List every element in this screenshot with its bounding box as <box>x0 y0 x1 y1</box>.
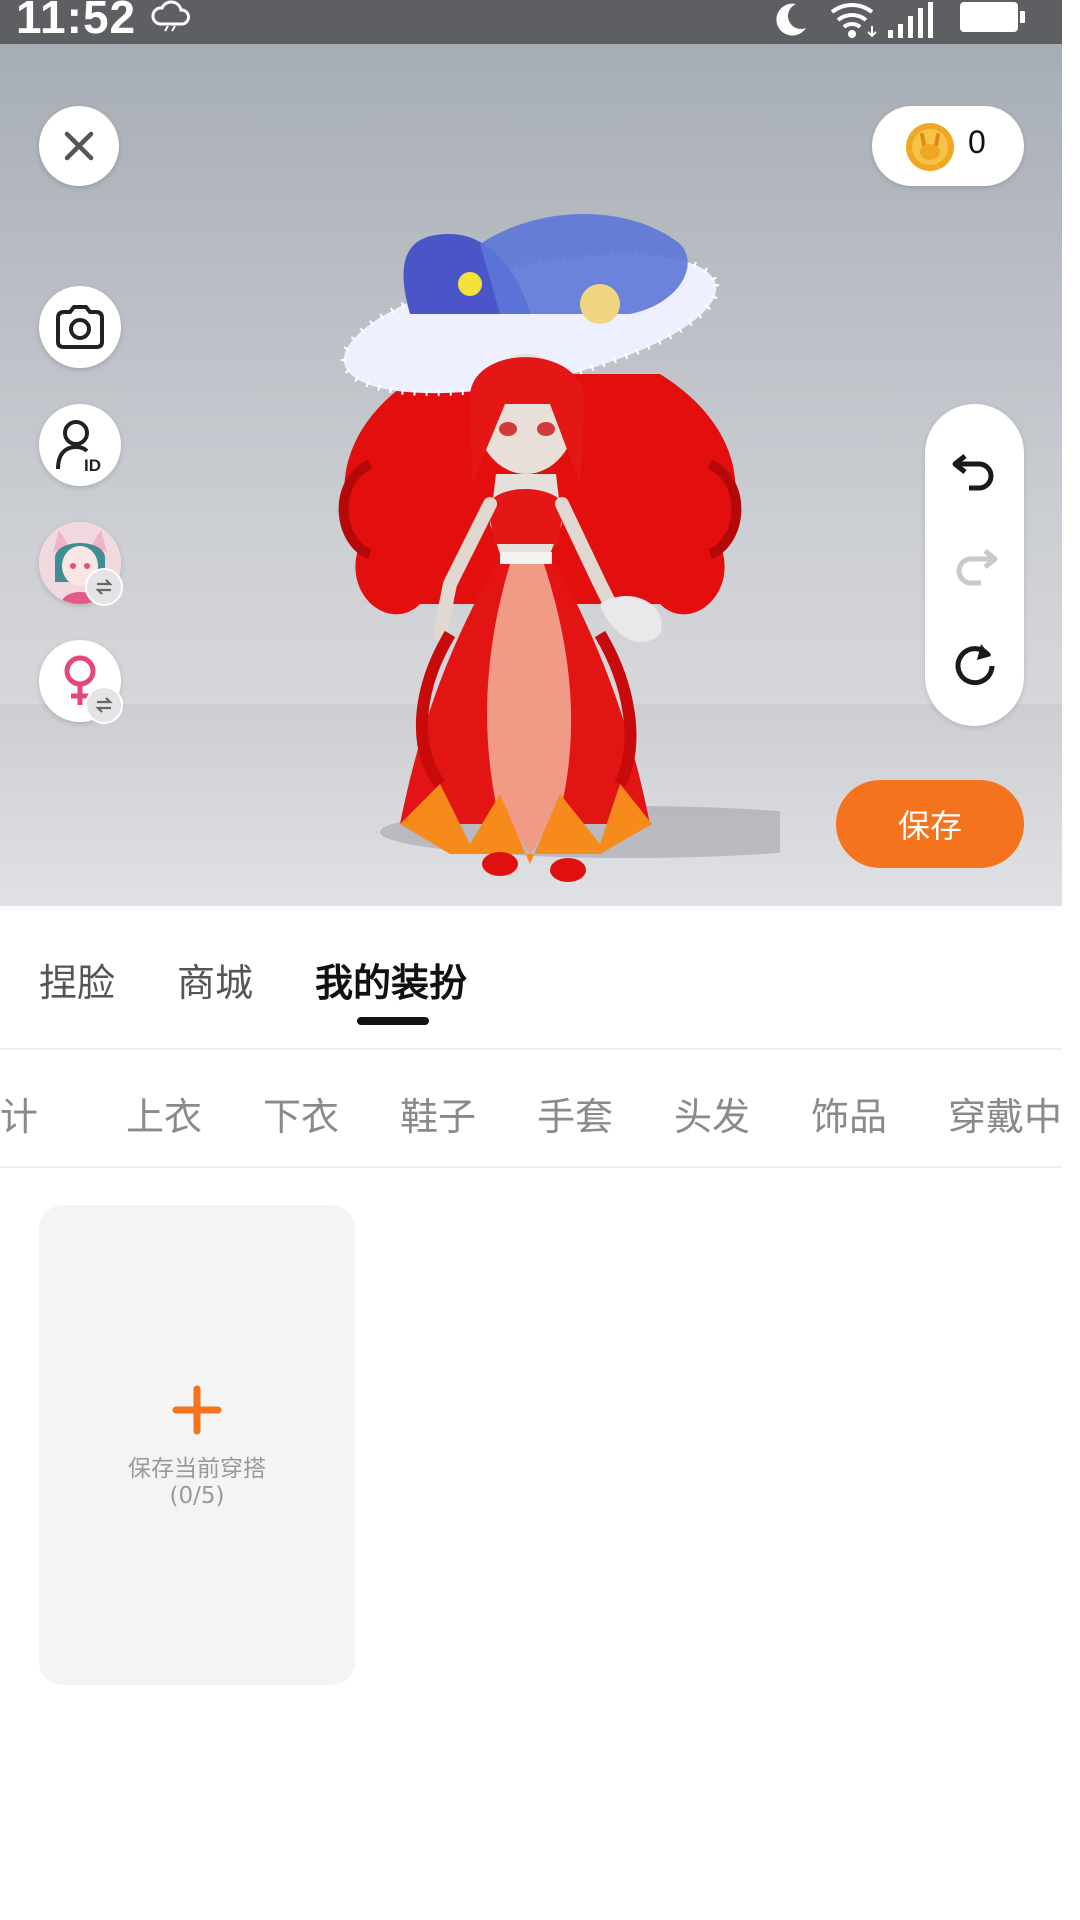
coin-icon <box>906 123 954 171</box>
coin-count: 0 <box>968 124 986 160</box>
category-tab-design[interactable]: 设计 <box>0 1086 38 1141</box>
plus-icon <box>172 1385 222 1435</box>
tab-my-outfits[interactable]: 我的装扮 <box>315 952 467 1007</box>
svg-text:ID: ID <box>84 456 101 473</box>
active-tab-indicator <box>357 1017 429 1025</box>
category-tab-bottoms[interactable]: 下衣 <box>263 1086 339 1141</box>
status-time: 11:52 <box>16 0 137 43</box>
avatar-viewport[interactable]: ID 0 保存 <box>0 44 1062 906</box>
moon-icon <box>776 3 806 36</box>
camera-button[interactable] <box>39 286 121 368</box>
save-button[interactable]: 保存 <box>836 780 1024 868</box>
tab-face[interactable]: 捏脸 <box>39 952 115 1007</box>
signal-icon <box>888 2 933 38</box>
coin-balance[interactable]: 0 <box>872 106 1024 186</box>
category-tab-accessories[interactable]: 饰品 <box>811 1086 887 1141</box>
tab-shop[interactable]: 商城 <box>177 952 253 1007</box>
system-icons <box>762 0 1062 44</box>
undo-icon[interactable] <box>949 444 1001 496</box>
category-tab-gloves[interactable]: 手套 <box>537 1086 613 1141</box>
wifi-icon <box>830 2 877 38</box>
camera-icon <box>56 305 104 349</box>
category-tabs[interactable]: 设计 上衣 下衣 鞋子 手套 头发 饰品 穿戴中 <box>0 1050 1062 1168</box>
skin-swap-badge <box>85 568 123 606</box>
gender-swap-badge <box>85 686 123 724</box>
swap-icon <box>95 579 113 595</box>
swap-icon <box>95 697 113 713</box>
gender-switch-button[interactable] <box>39 640 123 724</box>
avatar-id-button[interactable]: ID <box>39 404 121 486</box>
close-icon <box>64 131 94 161</box>
skin-switch-button[interactable] <box>39 522 123 606</box>
save-outfit-card[interactable]: 保存当前穿搭 (0/5) <box>39 1205 355 1685</box>
avatar-id-icon: ID <box>56 420 101 473</box>
redo-icon[interactable] <box>949 539 1001 591</box>
cloud-icon <box>151 0 190 32</box>
main-tabs: 捏脸 商城 我的装扮 <box>0 906 1062 1050</box>
category-tab-tops[interactable]: 上衣 <box>126 1086 202 1141</box>
reset-icon[interactable] <box>949 638 1001 690</box>
avatar-model[interactable] <box>300 164 780 906</box>
history-controls <box>925 404 1024 726</box>
category-tab-shoes[interactable]: 鞋子 <box>400 1086 476 1141</box>
save-outfit-label: 保存当前穿搭 <box>128 1456 266 1482</box>
status-bar: 11:52 <box>0 0 1062 44</box>
category-tab-wearing[interactable]: 穿戴中 <box>948 1086 1062 1141</box>
category-tab-hair[interactable]: 头发 <box>674 1086 750 1141</box>
close-button[interactable] <box>39 106 119 186</box>
save-outfit-count: (0/5) <box>169 1483 225 1509</box>
battery-icon <box>960 2 1025 32</box>
